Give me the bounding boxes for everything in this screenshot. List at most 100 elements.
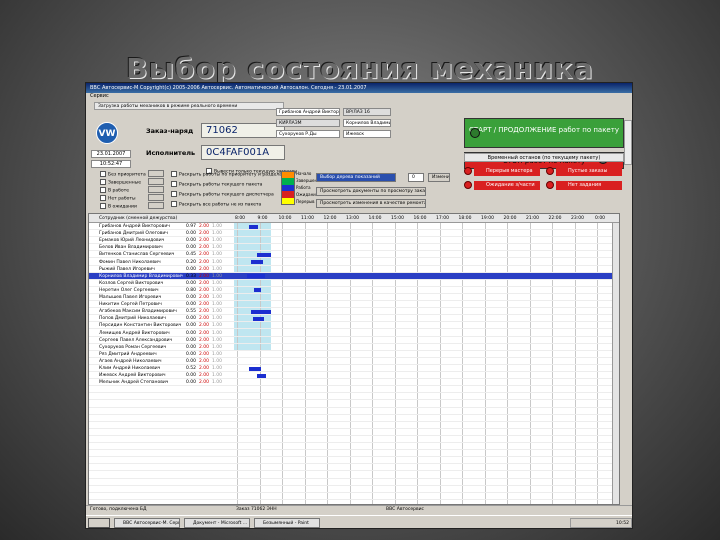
- mechanic-name: Клим Андрей Николаевич: [99, 366, 161, 371]
- value-2: 2.00: [199, 373, 210, 379]
- taskbar-item[interactable]: Документ - Microsoft ...: [184, 518, 250, 528]
- mechanic-field[interactable]: КИРЛАЗМ: [276, 119, 340, 127]
- filter-select[interactable]: [148, 194, 164, 201]
- order-number-field[interactable]: 71062: [201, 123, 285, 138]
- empty-row: [89, 479, 619, 486]
- work-bar[interactable]: [250, 260, 263, 264]
- table-row[interactable]: Ижевск Андрей Викторович 0.00 2.00 1.00: [89, 372, 619, 380]
- value-3: 1.00: [212, 344, 223, 350]
- table-row[interactable]: Никитин Сергей Петрович 0.00 2.00 1.00: [89, 301, 619, 309]
- value-1: 0.00: [186, 295, 197, 300]
- hint1-button[interactable]: Просмотреть документы по просмотру заказ…: [316, 187, 426, 196]
- hint2-button[interactable]: Просмотреть изменения в качестве ремонта: [316, 199, 426, 208]
- filter-flag[interactable]: Раскрыть работы текущего пакета: [171, 181, 262, 188]
- filter-select[interactable]: [148, 202, 164, 209]
- work-bar[interactable]: [257, 252, 271, 257]
- table-row[interactable]: Рыжий Павел Игоревич 0.00 2.00 1.00: [89, 266, 619, 273]
- value-1: 0.00: [186, 231, 197, 237]
- mechanic-name: Корнилов Владимир Владимирович: [99, 273, 183, 279]
- filter-flag[interactable]: Раскрыть работы по приоритету и разделам: [171, 171, 285, 178]
- filter-flag[interactable]: Раскрыть все работы не из пакета: [171, 201, 261, 208]
- time-tick: 22:00: [548, 216, 562, 221]
- executor-code-field[interactable]: 0C4FAF001A: [201, 145, 285, 160]
- value-1: 0.00: [186, 373, 197, 379]
- gantt-header-label: Сотрудник (сменной дежурства): [99, 216, 178, 221]
- value-1: 0.55: [186, 309, 197, 315]
- table-row[interactable]: Козлов Сергей Викторович 0.00 2.00 1.00: [89, 280, 619, 287]
- table-row[interactable]: Сергеев Павел Александрович 0.00 2.00 1.00: [89, 337, 619, 344]
- filter-select[interactable]: [148, 186, 164, 193]
- top-scrollbar[interactable]: [624, 120, 632, 165]
- value-1: 0.00: [186, 380, 197, 386]
- mechanic-field[interactable]: Грибанов Андрей Викторович: [276, 108, 340, 116]
- mechanic-field[interactable]: Корнилов Владимир Владимирович: [343, 119, 391, 127]
- reason-button[interactable]: Ожидание з/части: [464, 181, 542, 190]
- filter-option[interactable]: Завершенные: [100, 179, 141, 186]
- mechanic-field[interactable]: Ижевск: [343, 130, 391, 138]
- work-bar[interactable]: [257, 373, 267, 378]
- mode-button[interactable]: Выбор дерева показаний: [316, 173, 396, 182]
- work-bar[interactable]: [250, 309, 271, 314]
- gantt-scrollbar[interactable]: [612, 223, 619, 504]
- table-row[interactable]: Сухоруков Роман Сергеевич 0.00 2.00 1.00: [89, 344, 619, 351]
- filter-option[interactable]: В работе: [100, 187, 129, 194]
- reason-button[interactable]: Перерыв мастера: [464, 167, 542, 176]
- table-row[interactable]: Клим Андрей Николаевич 0.52 2.00 1.00: [89, 365, 619, 373]
- legend-label: Ожидание: [296, 192, 319, 197]
- table-row[interactable]: Агаев Андрей Николаевич 0.00 2.00 1.00: [89, 358, 619, 365]
- value-3: 1.00: [212, 323, 223, 329]
- value-2: 2.00: [199, 366, 210, 371]
- value-2: 2.00: [199, 344, 210, 350]
- table-row[interactable]: Фомин Павел Николаевич 0.20 2.00 1.00: [89, 259, 619, 266]
- value-2: 2.00: [199, 337, 210, 343]
- filter-option[interactable]: В ожидании: [100, 203, 137, 210]
- mechanic-name: Попов Дмитрий Николаевич: [99, 316, 166, 322]
- reason-button[interactable]: Нет задания: [546, 181, 624, 190]
- filter-flag[interactable]: Раскрыть работы текущего диспетчера: [171, 191, 274, 198]
- value-1: 0.20: [186, 259, 197, 265]
- mechanic-field[interactable]: Сухоруков Р.Ды: [276, 130, 340, 138]
- table-row[interactable]: Грибанов Дмитрий Олегович 0.00 2.00 1.00: [89, 230, 619, 238]
- time-tick: 13:00: [346, 216, 359, 221]
- value-2: 2.00: [199, 295, 210, 300]
- filter-option[interactable]: Без приоритета: [100, 171, 146, 178]
- filter-option[interactable]: Нет работы: [100, 195, 136, 202]
- taskbar-item[interactable]: ВВС Автосервис-М. Сервис: [114, 518, 180, 528]
- menu-service[interactable]: Сервис: [86, 93, 632, 100]
- mechanic-name: Никитин Сергей Петрович: [99, 302, 162, 308]
- table-row[interactable]: Малышев Павел Игоревич 0.00 2.00 1.00: [89, 294, 619, 302]
- reason-label: Нет задания: [556, 181, 622, 190]
- start-lamp-icon: [470, 128, 480, 138]
- work-bar[interactable]: [249, 366, 261, 371]
- taskbar-item[interactable]: Безымянный - Paint: [254, 518, 320, 528]
- table-row[interactable]: Ермаков Юрий Леонидович 0.00 2.00 1.00: [89, 237, 619, 245]
- start-button[interactable]: СТАРТ / ПРОДОЛЖЕНИЕ работ по пакету: [464, 118, 624, 148]
- note-button[interactable]: Изменить: [428, 173, 450, 182]
- filter-select[interactable]: [148, 178, 164, 185]
- work-bar[interactable]: [252, 316, 264, 321]
- mode-select[interactable]: 0: [408, 173, 424, 182]
- table-row[interactable]: Мельник Андрей Степанович 0.00 2.00 1.00: [89, 379, 619, 387]
- value-1: 0.00: [186, 344, 197, 350]
- table-row[interactable]: Ряз Дмитрий Андреевич 0.00 2.00 1.00: [89, 351, 619, 358]
- table-row[interactable]: Агабеков Максим Владимирович 0.55 2.00 1.00: [89, 308, 619, 316]
- start-menu-button[interactable]: [88, 518, 110, 528]
- table-row[interactable]: Попов Дмитрий Николаевич 0.00 2.00 1.00: [89, 315, 619, 323]
- table-row[interactable]: Лемищев Андрей Викторович 0.00 2.00 1.00: [89, 330, 619, 337]
- table-row[interactable]: Неретин Олег Сергеевич 0.80 2.00 1.00: [89, 287, 619, 294]
- work-bar[interactable]: [249, 224, 259, 229]
- value-2: 2.00: [199, 266, 210, 272]
- mechanic-field[interactable]: ВР/ЛАЗ 16: [343, 108, 391, 116]
- mechanic-name: Мельник Андрей Степанович: [99, 380, 169, 386]
- mechanic-name: Персидин Константин Викторович: [99, 323, 182, 329]
- table-row[interactable]: Витенков Станислав Сергеевич 0.45 2.00 1.00: [89, 251, 619, 259]
- work-bar[interactable]: [253, 288, 261, 293]
- filter-select[interactable]: [148, 170, 164, 177]
- table-row[interactable]: Корнилов Владимир Владимирович 0.33 2.00 1.…: [89, 272, 619, 280]
- time-tick: 16:00: [413, 216, 427, 221]
- table-row[interactable]: Персидин Константин Викторович 0.00 2.00 1.…: [89, 322, 619, 330]
- table-row[interactable]: Грибанов Андрей Викторович 0.97 2.00 1.00: [89, 223, 619, 231]
- table-row[interactable]: Белов Иван Владимирович 0.00 2.00 1.00: [89, 244, 619, 252]
- reason-button[interactable]: Пустые заказы: [546, 167, 624, 176]
- work-bar[interactable]: [247, 274, 266, 279]
